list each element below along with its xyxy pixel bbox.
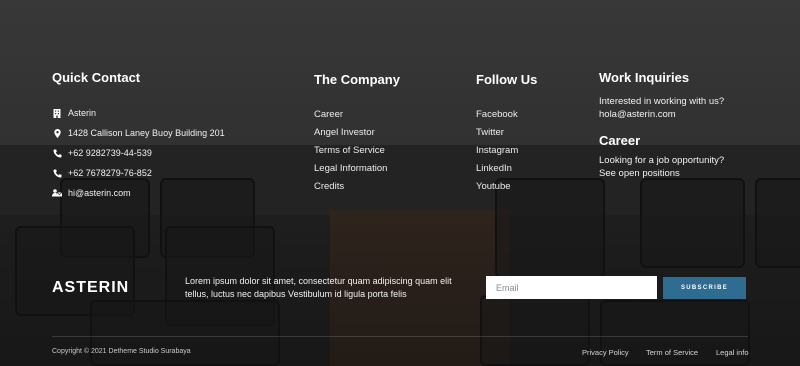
about-text: Lorem ipsum dolor sit amet, consectetur …	[185, 276, 452, 299]
follow-section: Follow Us Facebook Twitter Instagram Lin…	[476, 72, 537, 198]
company-link-terms-of-service[interactable]: Terms of Service	[314, 144, 400, 162]
copyright-text: Copyright © 2021 Detheme Studio Surabaya	[52, 348, 191, 355]
work-inquiries-heading: Work Inquiries	[599, 70, 690, 85]
social-link-twitter[interactable]: Twitter	[476, 126, 537, 144]
legal-info-link[interactable]: Legal info	[716, 348, 749, 357]
company-link-credits[interactable]: Credits	[314, 180, 400, 198]
contact-company-text: Asterin	[68, 108, 97, 118]
newsletter-email-input[interactable]	[486, 276, 657, 299]
contact-email[interactable]: hi@asterin.com	[52, 186, 225, 200]
company-heading: The Company	[314, 72, 400, 87]
see-open-positions-link[interactable]: See open positions	[599, 167, 769, 180]
contact-phone-2[interactable]: +62 7678279-76-852	[52, 166, 225, 180]
contact-address-text: 1428 Callison Laney Buoy Building 201	[68, 128, 225, 138]
email-icon	[52, 189, 62, 197]
career-text: Looking for a job opportunity?	[599, 155, 725, 166]
term-of-service-link[interactable]: Term of Service	[646, 348, 698, 357]
company-section: The Company Career Angel Investor Terms …	[314, 72, 400, 198]
contact-company: Asterin	[52, 106, 225, 120]
quick-contact-heading: Quick Contact	[52, 70, 141, 85]
contact-address: 1428 Callison Laney Buoy Building 201	[52, 126, 225, 140]
work-inquiries-section: Work Inquiries Interested in working wit…	[599, 70, 769, 180]
work-inquiries-email-link[interactable]: hola@asterin.com	[599, 108, 769, 121]
contact-email-text: hi@asterin.com	[68, 188, 131, 198]
building-icon	[52, 108, 62, 118]
privacy-policy-link[interactable]: Privacy Policy	[582, 348, 629, 357]
subscribe-button[interactable]: SUBSCRIBE	[663, 277, 746, 299]
phone-icon	[52, 149, 62, 158]
career-heading: Career	[599, 133, 641, 148]
contact-phone-1[interactable]: +62 9282739-44-539	[52, 146, 225, 160]
contact-phone-text: +62 9282739-44-539	[68, 148, 152, 158]
map-pin-icon	[52, 128, 62, 138]
company-link-legal-information[interactable]: Legal Information	[314, 162, 400, 180]
company-link-angel-investor[interactable]: Angel Investor	[314, 126, 400, 144]
site-footer: Quick Contact Asterin 1428 Callison Lane…	[0, 0, 800, 366]
social-link-facebook[interactable]: Facebook	[476, 108, 537, 126]
social-link-instagram[interactable]: Instagram	[476, 144, 537, 162]
phone-icon	[52, 169, 62, 178]
quick-contact-section: Quick Contact Asterin 1428 Callison Lane…	[52, 70, 225, 200]
work-inquiries-text: Interested in working with us?	[599, 96, 725, 107]
social-link-youtube[interactable]: Youtube	[476, 180, 537, 198]
social-link-linkedin[interactable]: LinkedIn	[476, 162, 537, 180]
company-link-career[interactable]: Career	[314, 108, 400, 126]
brand-logo[interactable]: ASTERIN	[52, 279, 129, 297]
contact-phone-text: +62 7678279-76-852	[68, 168, 152, 178]
follow-heading: Follow Us	[476, 72, 538, 87]
footer-divider	[52, 336, 748, 337]
